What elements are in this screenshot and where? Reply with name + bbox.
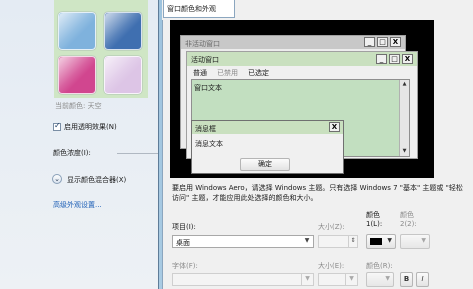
chevron-down-icon: ▼ bbox=[421, 237, 426, 244]
color2-label-line2: 2(2): bbox=[400, 220, 417, 228]
current-color-label: 当前颜色: 天空 bbox=[55, 102, 102, 110]
color1-label: 颜色 1(L): bbox=[366, 211, 382, 229]
chevron-down-icon[interactable]: ▼ bbox=[301, 274, 313, 285]
active-window-title: 活动窗口 bbox=[191, 56, 219, 64]
advanced-appearance-link[interactable]: 高级外观设置... bbox=[53, 200, 102, 210]
maximize-icon: □ bbox=[389, 54, 400, 64]
minimize-icon: _ bbox=[364, 37, 375, 47]
menu-selected: 已选定 bbox=[248, 69, 269, 77]
scroll-down-icon: ▼ bbox=[402, 148, 407, 154]
close-icon: X bbox=[402, 54, 413, 64]
close-icon: X bbox=[390, 37, 401, 47]
chevron-down-icon: ▼ bbox=[385, 275, 390, 282]
item-select-value: 桌面 bbox=[176, 239, 190, 247]
inactive-window-title: 非活动窗口 bbox=[185, 40, 220, 48]
msgbox-title: 消息框 bbox=[195, 125, 216, 133]
ok-button: 确定 bbox=[240, 158, 290, 171]
minimize-icon: _ bbox=[376, 54, 387, 64]
color2-picker[interactable]: ▼ bbox=[400, 234, 430, 249]
spinner-icon[interactable]: ⇕ bbox=[348, 236, 357, 247]
preview-scrollbar: ▲ ▼ bbox=[399, 80, 409, 156]
swatch-twilight[interactable] bbox=[104, 12, 142, 50]
msgbox-text: 消息文本 bbox=[195, 140, 223, 148]
menu-normal: 普通 bbox=[193, 69, 207, 77]
font-size-select[interactable]: ▼ bbox=[318, 273, 358, 286]
bold-button[interactable]: B bbox=[400, 272, 413, 287]
chevron-down-icon[interactable]: ▼ bbox=[301, 236, 313, 247]
aero-description: 要启用 Windows Aero，请选择 Windows 主题。只有选择 Win… bbox=[172, 184, 463, 202]
font-label: 字体(F): bbox=[172, 262, 198, 270]
appearance-preview: 非活动窗口 _ □ X 活动窗口 _ □ X 普通 已禁用 已选定 窗口文本 ▲… bbox=[170, 20, 434, 178]
color2-label-line1: 颜色 bbox=[400, 211, 414, 219]
item-label: 项目(I): bbox=[172, 223, 196, 231]
chevron-down-icon[interactable]: ⌄ bbox=[52, 174, 62, 184]
color1-picker[interactable]: ▼ bbox=[366, 234, 396, 249]
color1-label-line2: 1(L): bbox=[366, 220, 383, 228]
size-label: 大小(Z): bbox=[318, 223, 345, 231]
color-swatch-grid bbox=[54, 0, 148, 98]
font-select[interactable]: ▼ bbox=[172, 273, 314, 286]
color1-swatch bbox=[370, 238, 382, 245]
tab-window-color[interactable]: 窗口颜色和外观 bbox=[163, 0, 235, 18]
intensity-slider[interactable] bbox=[117, 153, 158, 154]
scroll-up-icon: ▲ bbox=[402, 81, 407, 87]
close-icon: X bbox=[329, 122, 340, 132]
chevron-down-icon[interactable]: ▼ bbox=[345, 274, 357, 285]
font-size-label: 大小(E): bbox=[318, 262, 345, 270]
maximize-icon: □ bbox=[377, 37, 388, 47]
transparency-checkbox[interactable] bbox=[53, 121, 61, 131]
swatch-fuchsia[interactable] bbox=[58, 56, 96, 94]
intensity-label: 颜色浓度(I): bbox=[53, 149, 91, 157]
swatch-lavender[interactable] bbox=[104, 56, 142, 94]
color1-label-line1: 颜色 bbox=[366, 211, 380, 219]
color2-label: 颜色 2(2): bbox=[400, 211, 417, 229]
font-color-picker[interactable]: ▼ bbox=[366, 272, 394, 287]
transparency-label: 启用透明效果(N) bbox=[64, 123, 117, 131]
window-text: 窗口文本 bbox=[194, 84, 222, 92]
font-color-label: 颜色(R): bbox=[366, 262, 393, 270]
chevron-down-icon: ▼ bbox=[387, 237, 392, 244]
item-select[interactable]: 桌面 ▼ bbox=[172, 235, 314, 248]
menu-disabled: 已禁用 bbox=[217, 69, 238, 77]
color-mixer-label[interactable]: 显示颜色混合器(X) bbox=[67, 175, 126, 185]
size-spinner[interactable]: ⇕ bbox=[318, 235, 358, 248]
italic-button[interactable]: I bbox=[416, 272, 429, 287]
swatch-sky[interactable] bbox=[58, 12, 96, 50]
message-box: 消息框 X 消息文本 确定 bbox=[191, 120, 344, 174]
